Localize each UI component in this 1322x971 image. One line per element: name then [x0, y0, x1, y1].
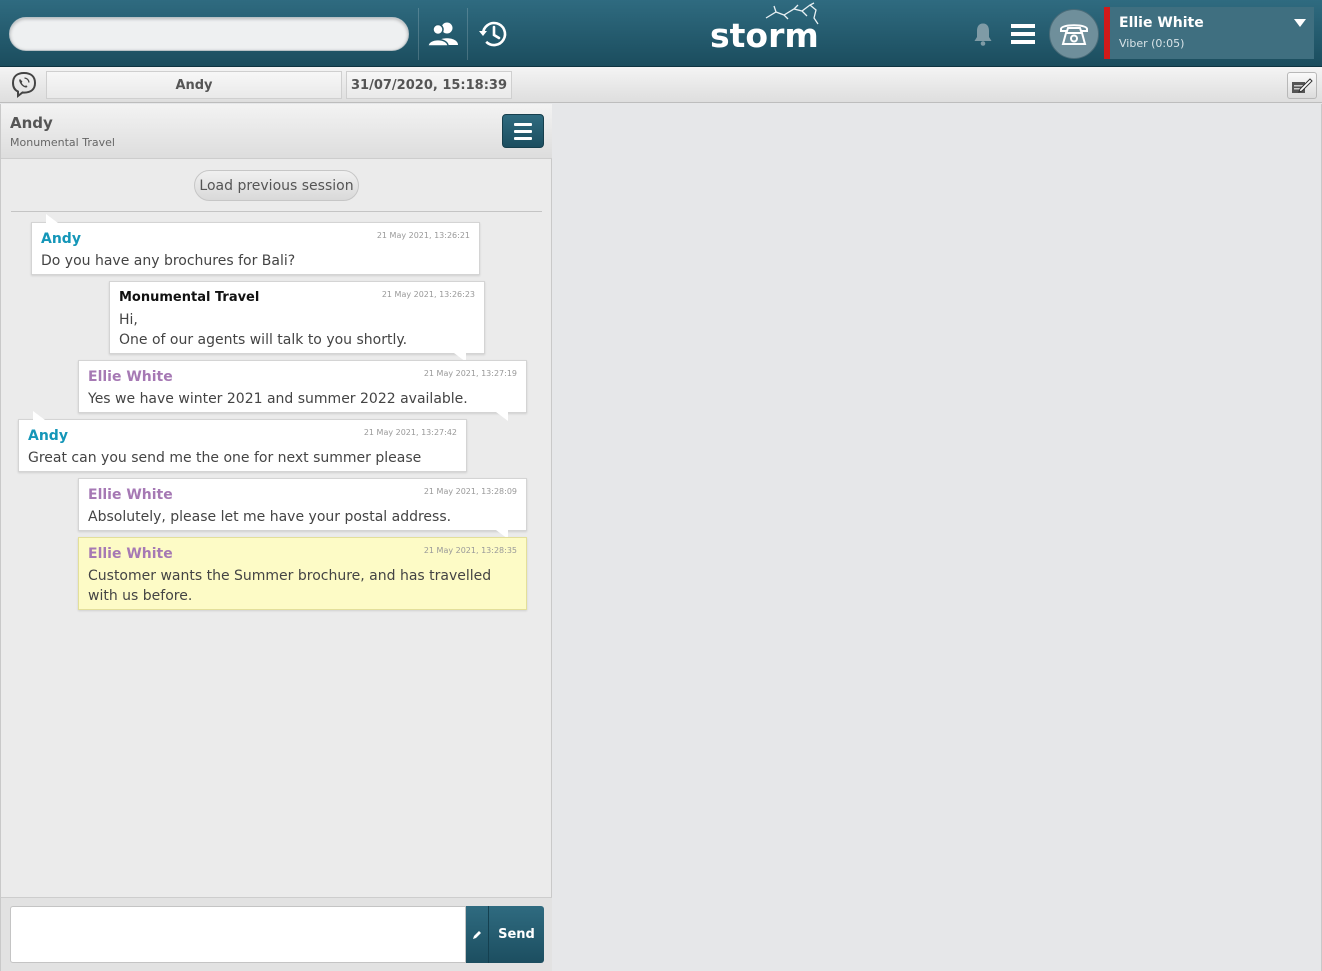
divider	[418, 8, 419, 60]
message-text: Great can you send me the one for next s…	[28, 450, 422, 466]
phone-icon	[1060, 24, 1088, 45]
message-bubble: Monumental Travel 21 May 2021, 13:26:23 …	[109, 281, 485, 362]
menu-bar	[514, 136, 532, 140]
message-sender: Andy	[28, 428, 68, 444]
viber-icon	[10, 71, 38, 99]
message-text: Absolutely, please let me have your post…	[88, 509, 452, 525]
agent-status-dropdown[interactable]: Ellie White Viber (0:05)	[1104, 7, 1314, 59]
pencil-icon	[473, 930, 481, 939]
message-timestamp: 21 May 2021, 13:27:19	[423, 369, 517, 378]
interaction-bar: Andy 31/07/2020, 15:18:39	[0, 67, 1322, 103]
note-bubble: Ellie White 21 May 2021, 13:28:35 Custom…	[78, 537, 527, 610]
send-button[interactable]: Send	[488, 906, 544, 963]
message-bubble: Ellie White 21 May 2021, 13:27:19 Yes we…	[78, 360, 527, 421]
session-divider	[11, 211, 542, 212]
search-input[interactable]	[9, 17, 409, 51]
agent-status: Viber (0:05)	[1119, 37, 1185, 50]
message-text: Customer wants the Summer brochure, and …	[88, 568, 492, 604]
message-bubble: Andy 21 May 2021, 13:27:42 Great can you…	[18, 411, 467, 472]
hamburger-icon[interactable]	[1003, 14, 1043, 54]
message-sender: Ellie White	[88, 487, 173, 503]
message-sender: Monumental Travel	[119, 290, 260, 305]
bubble-tail	[496, 412, 508, 421]
chevron-down-icon	[1294, 19, 1306, 27]
bubble-tail	[46, 214, 58, 223]
notes-edit-icon	[1292, 77, 1313, 93]
menu-bar	[514, 122, 532, 126]
divider	[467, 8, 468, 60]
message-timestamp: 21 May 2021, 13:28:09	[423, 487, 517, 496]
bell-icon[interactable]	[963, 14, 1003, 54]
message-sender: Andy	[41, 231, 81, 247]
message-timestamp: 21 May 2021, 13:27:42	[363, 428, 457, 437]
notes-edit-button[interactable]	[1287, 72, 1317, 99]
message-sender: Ellie White	[88, 546, 173, 562]
chat-header: Andy Monumental Travel	[1, 104, 552, 159]
message-timestamp: 21 May 2021, 13:28:35	[423, 546, 517, 555]
message-text: Hi, One of our agents will talk to you s…	[119, 312, 408, 348]
interaction-datetime: 31/07/2020, 15:18:39	[346, 71, 512, 99]
contacts-icon[interactable]	[423, 14, 463, 54]
agent-name: Ellie White	[1119, 15, 1204, 31]
message-timestamp: 21 May 2021, 13:26:21	[376, 231, 470, 240]
top-bar: storm Ellie White Viber (0:05)	[0, 0, 1322, 67]
chat-contact-organization: Monumental Travel	[10, 136, 115, 149]
message-bubble: Andy 21 May 2021, 13:26:21 Do you have a…	[31, 214, 480, 275]
message-text: Yes we have winter 2021 and summer 2022 …	[88, 391, 468, 407]
load-previous-session-button[interactable]: Load previous session	[194, 170, 359, 201]
message-composer: Send	[1, 897, 552, 971]
logo-text: storm	[710, 16, 819, 55]
storm-logo: storm	[706, 2, 822, 58]
bubble-tail	[33, 411, 45, 420]
menu-bar	[514, 129, 532, 133]
message-sender: Ellie White	[88, 369, 173, 385]
message-timestamp: 21 May 2021, 13:26:23	[381, 290, 475, 299]
history-icon[interactable]	[473, 14, 513, 54]
chat-contact-name: Andy	[10, 114, 53, 132]
edit-button[interactable]	[466, 906, 488, 963]
chat-panel: Andy Monumental Travel Load previous ses…	[0, 104, 552, 971]
message-input[interactable]	[10, 906, 466, 963]
message-text: Do you have any brochures for Bali?	[41, 253, 296, 269]
details-pane	[553, 104, 1322, 971]
message-bubble: Ellie White 21 May 2021, 13:28:09 Absolu…	[78, 478, 527, 539]
contact-name-field: Andy	[46, 71, 342, 99]
chat-menu-button[interactable]	[502, 114, 544, 148]
phone-button[interactable]	[1049, 9, 1099, 59]
